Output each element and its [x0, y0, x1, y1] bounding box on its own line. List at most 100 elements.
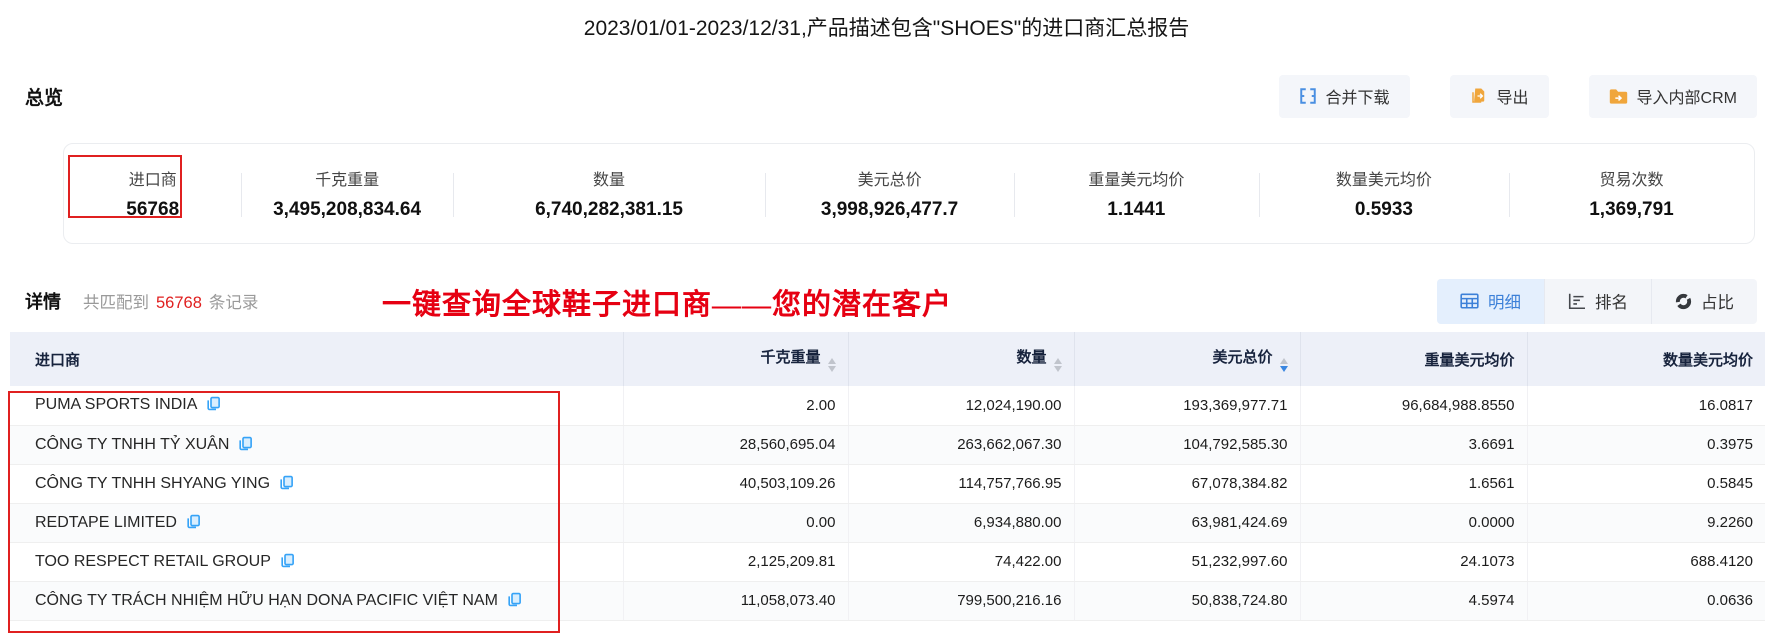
- stat-label: 数量美元均价: [1335, 172, 1432, 189]
- cell-quantity: 74,422.00: [847, 542, 1074, 582]
- merge-download-button[interactable]: 合并下载: [1278, 74, 1410, 118]
- tab-detail[interactable]: 明细: [1437, 278, 1544, 324]
- col-header-label: 重量美元均价: [1424, 351, 1515, 369]
- table-row: REDTAPE LIMITED 0.00 6,934,880.00 63,981…: [10, 503, 1765, 543]
- tab-ranking-label: 排名: [1595, 294, 1628, 312]
- stat-label: 重量美元均价: [1088, 172, 1185, 189]
- importer-name: TOO RESPECT RETAIL GROUP: [35, 552, 271, 570]
- export-icon: [1470, 87, 1488, 105]
- overview-header-row: 总览 合并下载 导出 导入内部CRM: [25, 74, 1757, 118]
- stat-value: 6,740,282,381.15: [535, 199, 683, 220]
- table-row: CÔNG TY TNHH TỶ XUÂN 28,560,695.04 263,6…: [10, 425, 1765, 465]
- cell-quantity: 799,500,216.16: [847, 581, 1074, 621]
- col-header-kg-weight[interactable]: 千克重量: [622, 332, 848, 386]
- cell-usd-total: 51,232,997.60: [1073, 542, 1300, 582]
- cell-quantity: 263,662,067.30: [847, 425, 1074, 465]
- cell-usd-per-quantity: 0.5845: [1526, 464, 1765, 504]
- cell-usd-per-weight: 3.6691: [1299, 425, 1527, 465]
- match-suffix: 条记录: [208, 294, 259, 312]
- tab-proportion-label: 占比: [1701, 294, 1734, 312]
- tab-proportion[interactable]: 占比: [1651, 278, 1757, 324]
- col-header-usd-per-quantity: 数量美元均价: [1526, 332, 1765, 386]
- col-header-importer: 进口商: [10, 332, 623, 386]
- importer-name-cell: REDTAPE LIMITED: [10, 503, 623, 543]
- importer-name-cell: PUMA SPORTS INDIA: [10, 386, 623, 426]
- importer-name: REDTAPE LIMITED: [35, 513, 177, 531]
- copy-icon[interactable]: [186, 514, 201, 529]
- export-label: 导出: [1496, 90, 1529, 107]
- sort-icon-active-desc[interactable]: [1279, 357, 1288, 373]
- cell-usd-per-quantity: 688.4120: [1526, 542, 1765, 582]
- stat-quantity: 数量 6,740,282,381.15: [452, 144, 766, 243]
- cell-kg-weight: 0.00: [622, 503, 848, 543]
- merge-download-icon: [1299, 87, 1317, 105]
- view-mode-tabs: 明细 排名 占比: [1437, 278, 1757, 324]
- sort-icon[interactable]: [827, 357, 836, 373]
- stat-trade-count: 贸易次数 1,369,791: [1508, 144, 1754, 243]
- cell-usd-total: 67,078,384.82: [1073, 464, 1300, 504]
- importer-name: PUMA SPORTS INDIA: [35, 396, 198, 414]
- importer-table-wrap: 进口商 千克重量 数量 美元总价 重量美元均价 数量美元均价 PUMA SPOR…: [10, 332, 1765, 621]
- ranking-bars-icon: [1568, 293, 1586, 309]
- cell-usd-per-quantity: 0.0636: [1526, 581, 1765, 621]
- cell-usd-total: 193,369,977.71: [1073, 386, 1300, 426]
- cell-kg-weight: 2.00: [622, 386, 848, 426]
- match-record-text: 共匹配到 56768 条记录: [83, 289, 258, 313]
- copy-icon[interactable]: [280, 553, 295, 568]
- import-crm-label: 导入内部CRM: [1636, 90, 1737, 107]
- col-header-usd-per-weight: 重量美元均价: [1299, 332, 1527, 386]
- col-header-label: 千克重量: [760, 348, 821, 366]
- export-button[interactable]: 导出: [1449, 74, 1549, 118]
- match-prefix: 共匹配到: [83, 294, 149, 312]
- cell-usd-per-weight: 4.5974: [1299, 581, 1527, 621]
- table-row: CÔNG TY TNHH SHYANG YING 40,503,109.26 1…: [10, 464, 1765, 504]
- import-folder-icon: [1609, 88, 1628, 105]
- sort-icon[interactable]: [1053, 357, 1062, 373]
- stat-label: 美元总价: [857, 172, 922, 189]
- stat-label: 数量: [593, 172, 626, 189]
- cell-quantity: 6,934,880.00: [847, 503, 1074, 543]
- stat-usd-total: 美元总价 3,998,926,477.7: [765, 144, 1013, 243]
- copy-icon[interactable]: [238, 436, 253, 451]
- cell-quantity: 114,757,766.95: [847, 464, 1074, 504]
- cell-kg-weight: 28,560,695.04: [622, 425, 848, 465]
- cell-quantity: 12,024,190.00: [847, 386, 1074, 426]
- tab-ranking[interactable]: 排名: [1544, 278, 1651, 324]
- table-row: PUMA SPORTS INDIA 2.00 12,024,190.00 193…: [10, 386, 1765, 426]
- table-row: TOO RESPECT RETAIL GROUP 2,125,209.81 74…: [10, 542, 1765, 582]
- copy-icon[interactable]: [279, 475, 294, 490]
- import-crm-button[interactable]: 导入内部CRM: [1588, 74, 1757, 118]
- table-header-row: 进口商 千克重量 数量 美元总价 重量美元均价 数量美元均价: [10, 332, 1765, 386]
- cell-usd-per-weight: 1.6561: [1299, 464, 1527, 504]
- copy-icon[interactable]: [206, 396, 221, 411]
- importer-name: CÔNG TY TRÁCH NHIỆM HỮU HẠN DONA PACIFIC…: [35, 591, 498, 609]
- col-header-label: 进口商: [35, 351, 81, 369]
- cell-kg-weight: 11,058,073.40: [622, 581, 848, 621]
- stat-label: 进口商: [128, 172, 177, 189]
- cell-kg-weight: 2,125,209.81: [622, 542, 848, 582]
- stat-value: 3,495,208,834.64: [273, 199, 422, 220]
- cell-usd-per-weight: 24.1073: [1299, 542, 1527, 582]
- toolbar: 合并下载 导出 导入内部CRM: [1278, 74, 1757, 118]
- importer-name: CÔNG TY TNHH SHYANG YING: [35, 474, 271, 492]
- cell-usd-per-weight: 0.0000: [1299, 503, 1527, 543]
- copy-icon[interactable]: [507, 592, 522, 607]
- col-header-usd-total[interactable]: 美元总价: [1073, 332, 1300, 386]
- importer-name-cell: CÔNG TY TNHH SHYANG YING: [10, 464, 623, 504]
- stat-label: 千克重量: [315, 172, 380, 189]
- cell-usd-per-weight: 96,684,988.8550: [1299, 386, 1527, 426]
- importer-name-cell: CÔNG TY TRÁCH NHIỆM HỮU HẠN DONA PACIFIC…: [10, 581, 623, 621]
- cell-usd-total: 63,981,424.69: [1073, 503, 1300, 543]
- match-count: 56768: [156, 294, 202, 312]
- red-annotation-text: 一键查询全球鞋子进口商——您的潜在客户: [382, 289, 953, 321]
- stat-kg-weight: 千克重量 3,495,208,834.64: [241, 144, 452, 243]
- donut-chart-icon: [1675, 293, 1692, 310]
- importer-name-cell: CÔNG TY TNHH TỶ XUÂN: [10, 425, 623, 465]
- stat-importers: 进口商 56768: [64, 144, 241, 243]
- col-header-label: 美元总价: [1212, 348, 1273, 366]
- overview-stats-card: 进口商 56768 千克重量 3,495,208,834.64 数量 6,740…: [63, 143, 1755, 244]
- col-header-quantity[interactable]: 数量: [847, 332, 1074, 386]
- importer-name: CÔNG TY TNHH TỶ XUÂN: [35, 435, 230, 453]
- cell-usd-total: 50,838,724.80: [1073, 581, 1300, 621]
- cell-usd-per-quantity: 9.2260: [1526, 503, 1765, 543]
